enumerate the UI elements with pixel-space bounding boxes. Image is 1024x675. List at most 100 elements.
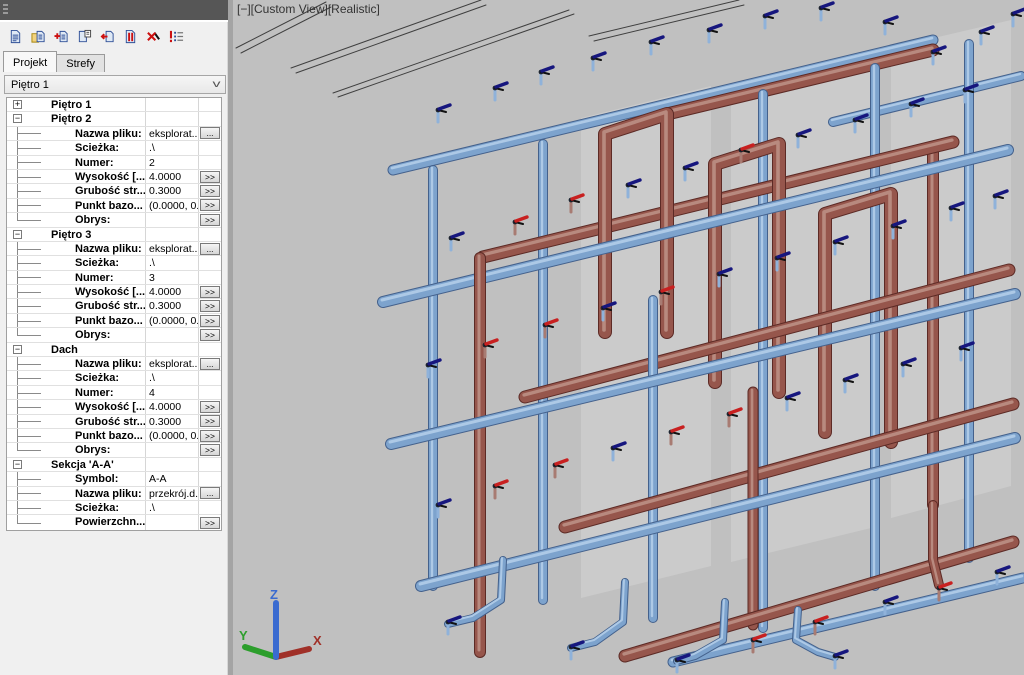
tree-row[interactable]: Scieżka:.\ <box>7 256 221 270</box>
tree-row[interactable]: Grubość str...0.3000>> <box>7 299 221 313</box>
property-value[interactable]: .\ <box>146 501 199 514</box>
property-value[interactable]: eksplorat... <box>146 357 199 370</box>
floor-list-button[interactable] <box>167 27 186 46</box>
expand-value-button[interactable]: >> <box>200 329 220 341</box>
tree-section-row[interactable]: −Dach <box>7 343 221 357</box>
browse-button[interactable]: ... <box>200 358 220 370</box>
insert-floor-button[interactable] <box>98 27 117 46</box>
tree-row[interactable]: Nazwa pliku: przekrój.d...... <box>7 487 221 501</box>
expand-value-button[interactable]: >> <box>200 199 220 211</box>
property-value[interactable]: 4.0000 <box>146 400 199 413</box>
property-value[interactable]: (0.0000, 0.00 <box>146 199 199 212</box>
property-value[interactable]: 4 <box>146 386 199 399</box>
collapse-toggle[interactable]: − <box>13 114 22 123</box>
tree-connector <box>17 479 41 480</box>
property-label: Obrys: <box>75 214 110 226</box>
expand-value-button[interactable]: >> <box>200 171 220 183</box>
open-project-button[interactable] <box>29 27 48 46</box>
expand-value-button[interactable]: >> <box>200 401 220 413</box>
property-value[interactable]: 0.3000 <box>146 415 199 428</box>
button-cell: >> <box>199 400 221 413</box>
tree-branch-cell: Symbol: <box>7 472 146 485</box>
tree-row[interactable]: Punkt bazo...(0.0000, 0.00>> <box>7 314 221 328</box>
property-value[interactable] <box>146 328 199 341</box>
expand-toggle[interactable]: + <box>13 100 22 109</box>
tree-row[interactable]: Scieżka:.\ <box>7 141 221 155</box>
property-value <box>146 98 199 111</box>
expand-value-button[interactable]: >> <box>200 517 220 529</box>
viewport-controls[interactable]: [−][Custom View][Realistic] <box>237 2 380 16</box>
add-floor-button[interactable] <box>52 27 71 46</box>
tree-row[interactable]: Numer:4 <box>7 386 221 400</box>
property-value[interactable]: .\ <box>146 141 199 154</box>
expand-value-button[interactable]: >> <box>200 286 220 298</box>
property-value[interactable]: przekrój.d... <box>146 487 199 500</box>
tree-row[interactable]: Symbol:A-A <box>7 472 221 486</box>
property-value[interactable] <box>146 213 199 226</box>
property-label: Nazwa pliku: <box>75 488 142 500</box>
tree-row[interactable]: Wysokość [...4.0000>> <box>7 285 221 299</box>
floor-selector[interactable]: Piętro 1 v <box>4 75 226 94</box>
property-value[interactable]: .\ <box>146 256 199 269</box>
tab-projekt[interactable]: Projekt <box>3 51 57 72</box>
property-value[interactable]: .\ <box>146 371 199 384</box>
tree-section-row[interactable]: −Piętro 2 <box>7 112 221 126</box>
tree-row[interactable]: Obrys:>> <box>7 443 221 457</box>
tree-row[interactable]: Wysokość [...4.0000>> <box>7 400 221 414</box>
browse-button[interactable]: ... <box>200 487 220 499</box>
tree-row[interactable]: Scieżka:.\ <box>7 371 221 385</box>
tree-row[interactable]: Numer:3 <box>7 271 221 285</box>
tree-row[interactable]: Obrys: >> <box>7 213 221 227</box>
tree-row[interactable]: Nazwa pliku: eksplorat...... <box>7 127 221 141</box>
palette-titlebar[interactable] <box>0 0 228 20</box>
tree-row[interactable]: Scieżka:.\ <box>7 501 221 515</box>
property-value[interactable]: A-A <box>146 472 199 485</box>
tree-row[interactable]: Wysokość [...4.0000>> <box>7 170 221 184</box>
tree-row[interactable]: Nazwa pliku:eksplorat...... <box>7 242 221 256</box>
tree-row[interactable]: Punkt bazo...(0.0000, 0.00>> <box>7 429 221 443</box>
browse-button[interactable]: ... <box>200 127 220 139</box>
property-label: Nazwa pliku: <box>75 128 142 140</box>
property-value[interactable]: 4.0000 <box>146 170 199 183</box>
tree-row[interactable]: Nazwa pliku:eksplorat...... <box>7 357 221 371</box>
collapse-toggle[interactable]: − <box>13 345 22 354</box>
property-value[interactable]: (0.0000, 0.00 <box>146 314 199 327</box>
floor-section-button[interactable] <box>121 27 140 46</box>
expand-value-button[interactable]: >> <box>200 185 220 197</box>
expand-value-button[interactable]: >> <box>200 315 220 327</box>
tree-row[interactable]: Powierzchn...>> <box>7 515 221 529</box>
palette-grip-icon[interactable] <box>3 4 8 16</box>
tree-section-row[interactable]: −Sekcja 'A-A' <box>7 458 221 472</box>
button-cell <box>199 501 221 514</box>
tree-row[interactable]: Punkt bazo...(0.0000, 0.00>> <box>7 199 221 213</box>
property-value[interactable] <box>146 515 199 529</box>
tree-row[interactable]: Grubość str...0.3000>> <box>7 184 221 198</box>
tree-row[interactable]: Obrys:>> <box>7 328 221 342</box>
expand-value-button[interactable]: >> <box>200 214 220 226</box>
property-value[interactable]: eksplorat... <box>146 242 199 255</box>
property-value[interactable]: (0.0000, 0.00 <box>146 429 199 442</box>
expand-value-button[interactable]: >> <box>200 444 220 456</box>
tab-strefy[interactable]: Strefy <box>56 54 105 72</box>
copy-floor-button[interactable] <box>75 27 94 46</box>
tree-section-row[interactable]: −Piętro 3 <box>7 228 221 242</box>
new-project-button[interactable] <box>6 27 25 46</box>
viewport-3d[interactable]: [−][Custom View][Realistic] ZYX <box>233 0 1024 675</box>
property-value[interactable]: 0.3000 <box>146 299 199 312</box>
collapse-toggle[interactable]: − <box>13 460 22 469</box>
property-value[interactable]: 0.3000 <box>146 184 199 197</box>
tree-section-row[interactable]: +Piętro 1 <box>7 98 221 112</box>
expand-value-button[interactable]: >> <box>200 430 220 442</box>
property-value[interactable] <box>146 443 199 456</box>
expand-value-button[interactable]: >> <box>200 415 220 427</box>
tree-row[interactable]: Numer:2 <box>7 156 221 170</box>
tree-row[interactable]: Grubość str...0.3000>> <box>7 415 221 429</box>
property-value[interactable]: eksplorat... <box>146 127 199 140</box>
delete-floor-button[interactable] <box>144 27 163 46</box>
property-value[interactable]: 3 <box>146 271 199 284</box>
expand-value-button[interactable]: >> <box>200 300 220 312</box>
property-value[interactable]: 4.0000 <box>146 285 199 298</box>
browse-button[interactable]: ... <box>200 243 220 255</box>
collapse-toggle[interactable]: − <box>13 230 22 239</box>
property-value[interactable]: 2 <box>146 156 199 169</box>
